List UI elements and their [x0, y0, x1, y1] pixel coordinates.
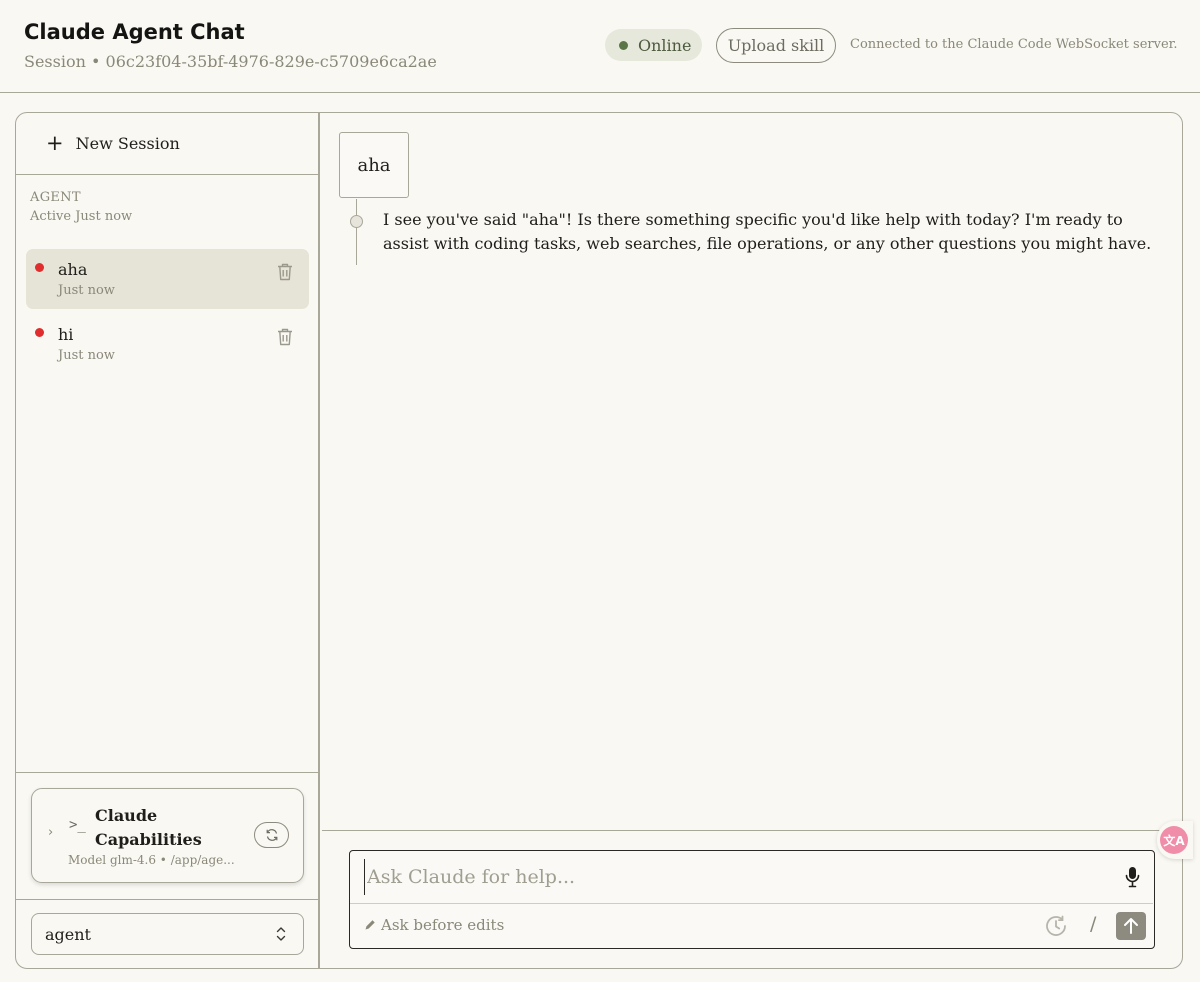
chevron-right-icon[interactable]: ›: [48, 825, 53, 840]
edit-mode-toggle[interactable]: Ask before edits: [364, 916, 504, 934]
sidebar-divider: [16, 772, 318, 773]
session-id: Session • 06c23f04-35bf-4976-829e-c5709e…: [24, 52, 437, 71]
app-title: Claude Agent Chat: [24, 20, 245, 44]
sidebar: + New Session AGENT Active Just now aha …: [16, 113, 320, 968]
agent-heading: AGENT: [30, 190, 81, 205]
agent-active-status: Active Just now: [30, 209, 133, 224]
main-panel: + New Session AGENT Active Just now aha …: [15, 112, 1183, 969]
refresh-capabilities-button[interactable]: [254, 822, 289, 848]
timeline-node-icon: [350, 215, 363, 228]
user-message: aha: [339, 132, 409, 198]
mic-icon[interactable]: [1125, 866, 1140, 888]
session-item-aha[interactable]: aha Just now: [26, 249, 309, 309]
upload-skill-button[interactable]: Upload skill: [716, 28, 836, 63]
send-button[interactable]: [1116, 912, 1146, 940]
capabilities-card[interactable]: › >_ Claude Capabilities Model glm-4.6 •…: [31, 788, 304, 883]
translate-icon: 文A: [1160, 826, 1188, 854]
sidebar-divider: [16, 899, 318, 900]
new-session-label: New Session: [75, 134, 180, 153]
trash-icon[interactable]: [276, 327, 294, 347]
pencil-icon: [365, 920, 375, 930]
chevron-up-down-icon: [276, 927, 286, 941]
session-item-hi[interactable]: hi Just now: [26, 314, 309, 374]
session-time: Just now: [58, 348, 115, 363]
session-title: aha: [58, 260, 88, 279]
refresh-icon: [266, 829, 277, 841]
session-title: hi: [58, 325, 74, 344]
trash-icon[interactable]: [276, 262, 294, 282]
session-status-dot-icon: [35, 263, 44, 272]
capabilities-meta: Model glm-4.6 • /app/age...: [68, 853, 235, 867]
capabilities-title: Claude Capabilities: [95, 806, 202, 849]
plus-icon: +: [46, 131, 64, 155]
session-time: Just now: [58, 283, 115, 298]
assistant-message: I see you've said "aha"! Is there someth…: [383, 210, 1152, 253]
composer: Ask before edits /: [349, 850, 1155, 949]
composer-divider: [322, 830, 1182, 831]
app-header: Claude Agent Chat Session • 06c23f04-35b…: [0, 0, 1200, 93]
arrow-up-icon: [1124, 918, 1138, 934]
edit-mode-label: Ask before edits: [381, 916, 505, 934]
translate-widget[interactable]: 文A: [1157, 821, 1193, 859]
agent-select-value: agent: [45, 924, 91, 944]
composer-separator: [350, 903, 1153, 904]
status-label: Online: [638, 35, 692, 55]
status-dot-icon: [619, 40, 628, 50]
session-status-dot-icon: [35, 328, 44, 337]
connection-status-text: Connected to the Claude Code WebSocket s…: [850, 37, 1178, 52]
status-badge: Online: [605, 29, 702, 61]
new-session-button[interactable]: + New Session: [16, 113, 318, 175]
timeline-line: [356, 199, 357, 265]
slash-command-button[interactable]: /: [1090, 913, 1096, 935]
chat-input[interactable]: [364, 859, 1104, 895]
chat-area: aha I see you've said "aha"! Is there so…: [322, 113, 1182, 968]
agent-select[interactable]: agent: [31, 913, 304, 955]
history-icon[interactable]: [1044, 914, 1068, 938]
terminal-icon: >_: [69, 817, 86, 833]
